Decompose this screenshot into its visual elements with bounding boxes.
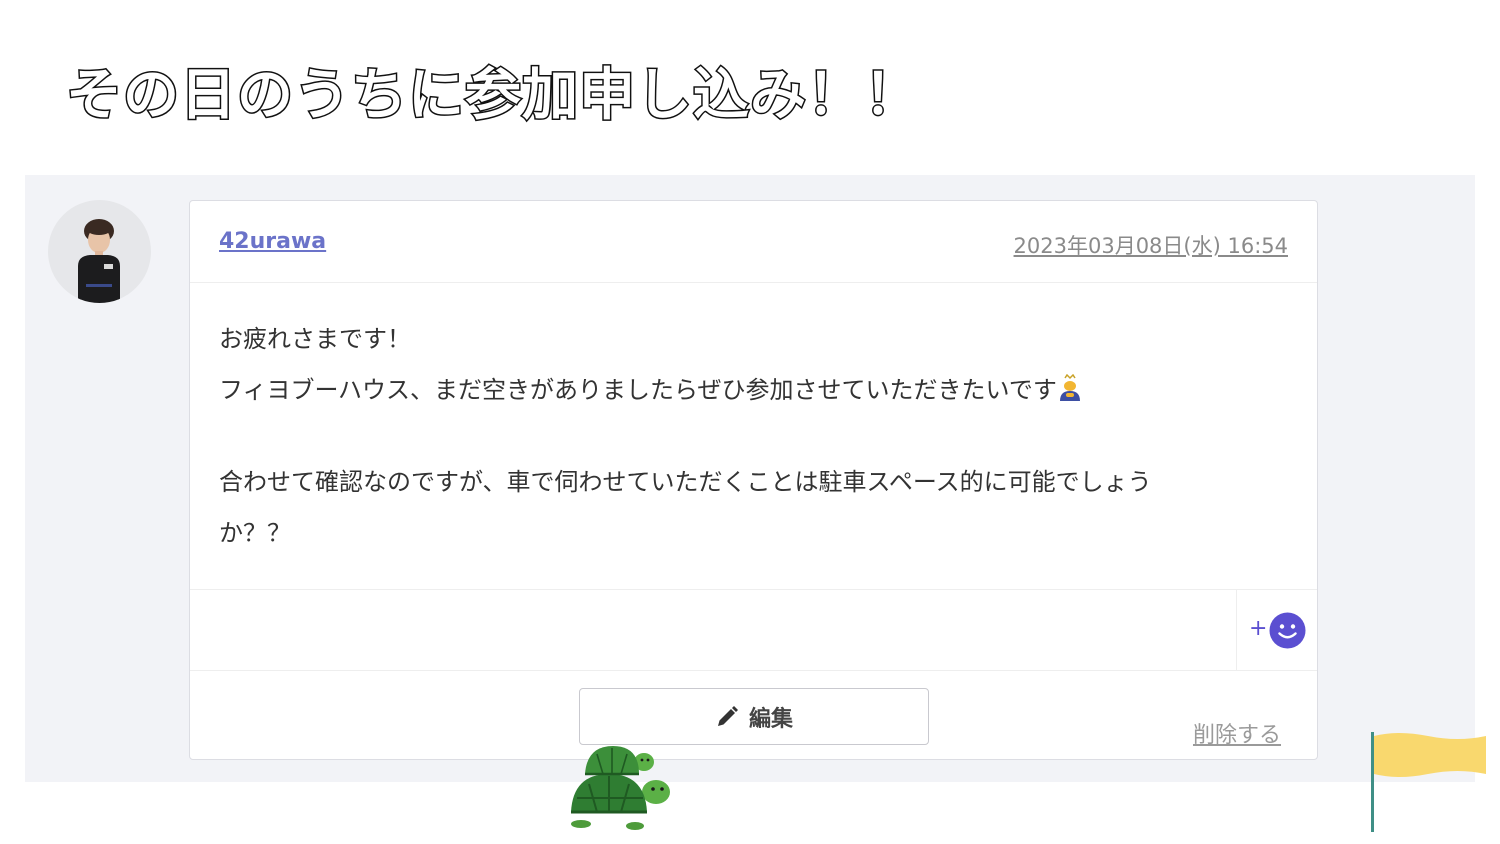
delete-link[interactable]: 削除する (1193, 717, 1281, 749)
avatar-figure-icon (78, 219, 120, 303)
author-link[interactable]: 42urawa (219, 229, 326, 254)
comment-line: お疲れさまです！ (219, 325, 411, 353)
timestamp-link[interactable]: 2023年03月08日(水) 16:54 (1014, 230, 1288, 260)
pencil-icon (717, 705, 738, 726)
plus-icon: + (1249, 616, 1268, 641)
flag-illustration (1371, 732, 1486, 832)
bowing-person-emoji-icon (1059, 374, 1080, 401)
comment-line: フィヨブーハウス、まだ空きがありましたらぜひ参加させていただきたいです (219, 365, 1294, 416)
comment-header: 42urawa 2023年03月08日(水) 16:54 (190, 201, 1317, 283)
comment-blank-line (219, 416, 1294, 457)
comment-card: 42urawa 2023年03月08日(水) 16:54 お疲れさまです！ フィ… (189, 200, 1318, 760)
edit-button[interactable]: 編集 (579, 688, 929, 745)
comment-line: 合わせて確認なのですが、車で伺わせていただくことは駐車スペース的に可能でしょう (219, 468, 1152, 496)
slide-title: その日のうちに参加申し込み！！ (65, 62, 922, 130)
edit-button-label: 編集 (748, 706, 793, 732)
comment-line: か？？ (219, 519, 291, 547)
smiley-icon (1269, 612, 1306, 649)
stacked-turtles-illustration (571, 746, 670, 830)
add-reaction-button[interactable]: + (1236, 590, 1317, 671)
comment-body: お疲れさまです！ フィヨブーハウス、まだ空きがありましたらぜひ参加させていただき… (219, 314, 1294, 559)
reaction-bar: + (190, 589, 1317, 671)
avatar[interactable] (48, 200, 151, 303)
